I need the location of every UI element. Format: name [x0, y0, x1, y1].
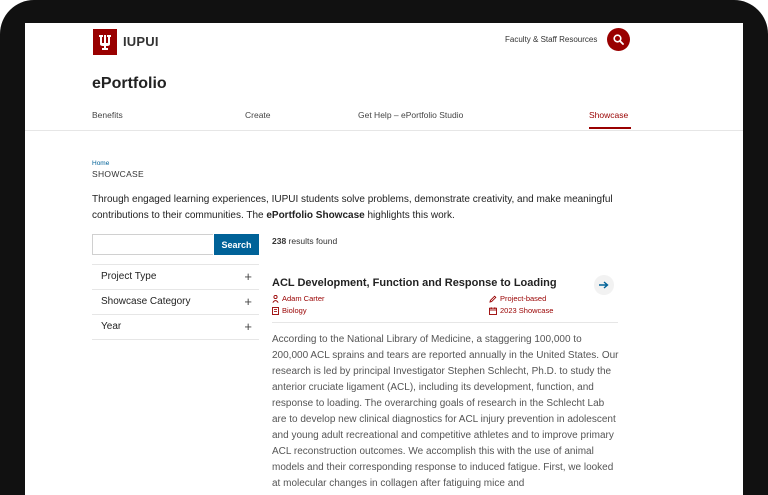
page-heading: SHOWCASE — [92, 169, 144, 179]
expand-plus-icon[interactable]: + — [244, 294, 252, 309]
search-icon — [613, 34, 624, 45]
logo-text[interactable]: IUPUI — [123, 34, 159, 49]
filter-label: Showcase Category — [101, 296, 191, 307]
results-number: 238 — [272, 236, 287, 246]
intro-bold: ePortfolio Showcase — [266, 210, 365, 221]
result-showcase-year: 2023 Showcase — [489, 306, 553, 315]
search-toggle-button[interactable] — [607, 28, 630, 51]
arrow-right-icon — [599, 281, 609, 289]
showcase-label: 2023 Showcase — [500, 306, 554, 315]
faculty-staff-resources-link[interactable]: Faculty & Staff Resources — [505, 35, 597, 44]
department-name: Biology — [282, 306, 307, 315]
filter-showcase-category[interactable]: Showcase Category + — [92, 290, 259, 315]
project-type-label: Project-based — [500, 294, 547, 303]
expand-plus-icon[interactable]: + — [244, 319, 252, 334]
pencil-icon — [489, 295, 497, 303]
result-author: Adam Carter — [272, 294, 325, 303]
site-title[interactable]: ePortfolio — [92, 75, 167, 93]
browser-viewport: IUPUI Faculty & Staff Resources ePortfol… — [25, 23, 743, 495]
search-button[interactable]: Search — [214, 234, 259, 255]
filter-label: Year — [101, 321, 122, 332]
result-description: According to the National Library of Med… — [272, 334, 619, 489]
result-title-link[interactable]: ACL Development, Function and Response t… — [272, 277, 557, 289]
expand-plus-icon[interactable]: + — [244, 269, 252, 284]
filter-year[interactable]: Year + — [92, 315, 259, 340]
result-department: Biology — [272, 306, 307, 315]
search-input[interactable] — [92, 234, 213, 255]
author-name: Adam Carter — [282, 294, 325, 303]
nav-active-indicator — [589, 127, 631, 129]
iu-trident-logo-icon[interactable] — [93, 29, 117, 55]
intro-text-end: highlights this work. — [364, 210, 455, 221]
nav-showcase[interactable]: Showcase — [589, 110, 628, 120]
nav-create[interactable]: Create — [245, 110, 271, 120]
open-result-button[interactable] — [594, 275, 614, 295]
breadcrumb-home-link[interactable]: Home — [92, 160, 109, 167]
results-suffix: results found — [286, 236, 338, 246]
filter-panel: Project Type + Showcase Category + Year … — [92, 264, 259, 340]
result-project-type: Project-based — [489, 294, 546, 303]
calendar-icon — [489, 306, 497, 315]
filter-label: Project Type — [101, 271, 157, 282]
result-divider — [272, 322, 618, 323]
results-count: 238 results found — [272, 236, 337, 246]
nav-get-help[interactable]: Get Help – ePortfolio Studio — [358, 110, 463, 120]
person-icon — [272, 294, 279, 303]
nav-benefits[interactable]: Benefits — [92, 110, 123, 120]
nav-divider — [25, 130, 743, 131]
device-frame: IUPUI Faculty & Staff Resources ePortfol… — [0, 0, 768, 495]
book-icon — [272, 306, 279, 315]
filter-project-type[interactable]: Project Type + — [92, 265, 259, 290]
intro-paragraph: Through engaged learning experiences, IU… — [92, 192, 632, 224]
